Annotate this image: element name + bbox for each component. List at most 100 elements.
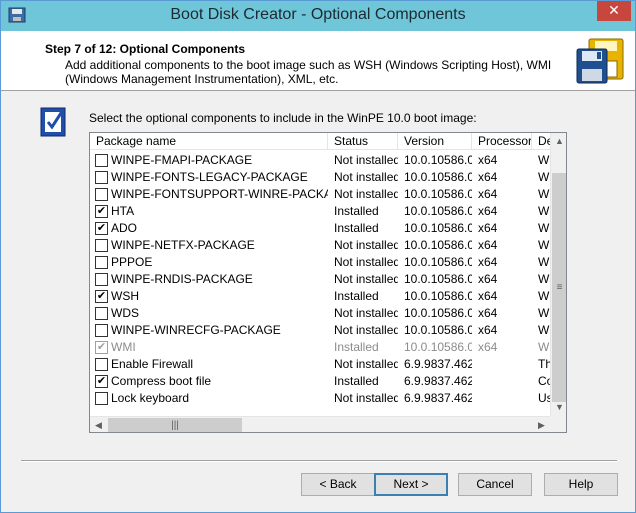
cell-version: 10.0.10586.0 [404,289,472,303]
cell-processor: x64 [478,187,498,201]
column-header-version[interactable]: Version [398,133,472,150]
cell-version: 10.0.10586.0 [404,306,472,320]
cell-desc: Co [538,374,550,388]
vertical-scrollbar[interactable]: ▲ ≡ ▼ [550,133,566,416]
wizard-window: Boot Disk Creator - Optional Components … [0,0,636,513]
table-row[interactable]: WINPE-WINRECFG-PACKAGE Not installed 10.0.… [90,322,550,339]
cell-desc: Wi [538,153,550,167]
cell-version: 10.0.10586.0 [404,340,472,354]
cell-desc: Wi [538,255,550,269]
cell-name: Compress boot file [111,374,212,388]
row-checkbox: ✔ [95,341,108,354]
wizard-header: Step 7 of 12: Optional Components Add ad… [1,31,635,91]
row-checkbox[interactable] [95,358,108,371]
cell-version: 6.9.9837.462 [404,374,472,388]
row-checkbox[interactable] [95,392,108,405]
floppy-disk-icon [576,38,624,84]
table-row[interactable]: WINPE-FONTS-LEGACY-PACKAGE Not installed 1… [90,169,550,186]
cell-processor: x64 [478,221,498,235]
cell-status: Not installed [334,357,398,371]
cell-status: Installed [334,221,379,235]
vertical-scroll-thumb[interactable]: ≡ [552,173,566,402]
cell-desc: Wi [538,187,550,201]
row-checkbox[interactable]: ✔ [95,375,108,388]
cell-version: 10.0.10586.0 [404,323,472,337]
cell-processor: x64 [478,204,498,218]
cell-processor [478,356,532,373]
cell-name: WINPE-WINRECFG-PACKAGE [111,323,281,337]
instruction-text: Select the optional components to includ… [89,111,477,125]
cell-status: Not installed [334,238,398,252]
column-header-package[interactable]: Package name [90,133,328,150]
scroll-up-icon[interactable]: ▲ [551,133,566,150]
step-description: Add additional components to the boot im… [65,58,552,86]
cell-version: 10.0.10586.0 [404,153,472,167]
table-row[interactable]: Lock keyboard Not installed 6.9.9837.462 Us [90,390,550,407]
column-header-processor[interactable]: Processor [472,133,532,150]
step-title: Step 7 of 12: Optional Components [45,42,246,56]
table-row[interactable]: WINPE-FMAPI-PACKAGE Not installed 10.0.105… [90,152,550,169]
row-checkbox[interactable] [95,188,108,201]
row-checkbox[interactable] [95,324,108,337]
cell-desc: Wi [538,204,550,218]
next-button[interactable]: Next > [374,473,448,496]
table-row[interactable]: ✔ Compress boot file Installed 6.9.9837.462… [90,373,550,390]
row-checkbox[interactable] [95,307,108,320]
horizontal-scrollbar[interactable]: ◀ ||| ▶ [90,416,550,432]
table-row[interactable]: ✔WMI Installed 10.0.10586.0 x64 Wi [90,339,550,356]
cell-processor [478,390,532,407]
scroll-left-icon[interactable]: ◀ [90,417,107,432]
table-row[interactable]: ✔HTA Installed 10.0.10586.0 x64 Wi [90,203,550,220]
row-checkbox[interactable]: ✔ [95,222,108,235]
close-button[interactable]: ✕ [597,1,631,21]
cell-processor: x64 [478,255,498,269]
row-checkbox[interactable] [95,239,108,252]
scroll-right-icon[interactable]: ▶ [533,417,550,432]
row-checkbox[interactable]: ✔ [95,290,108,303]
cell-name: WSH [111,289,139,303]
cell-desc: Th [538,357,550,371]
cell-processor: x64 [478,340,498,354]
table-row[interactable]: PPPOE Not installed 10.0.10586.0 x64 Wi [90,254,550,271]
cell-name: Lock keyboard [111,391,190,405]
back-button[interactable]: < Back [301,473,375,496]
help-button[interactable]: Help [544,473,618,496]
column-header-status[interactable]: Status [328,133,398,150]
title-bar[interactable]: Boot Disk Creator - Optional Components … [1,1,635,31]
table-row[interactable]: WINPE-RNDIS-PACKAGE Not installed 10.0.105… [90,271,550,288]
table-row[interactable]: WINPE-FONTSUPPORT-WINRE-PACKAGE Not insta… [90,186,550,203]
cancel-button[interactable]: Cancel [458,473,532,496]
list-header: Package name Status Version Processor De [90,133,550,150]
table-row[interactable]: ✔WSH Installed 10.0.10586.0 x64 Wi [90,288,550,305]
cell-desc: Wi [538,221,550,235]
cell-desc: Wi [538,306,550,320]
row-checkbox[interactable] [95,154,108,167]
cell-version: 10.0.10586.0 [404,272,472,286]
table-row[interactable]: WDS Not installed 10.0.10586.0 x64 Wi [90,305,550,322]
row-checkbox[interactable] [95,273,108,286]
row-checkbox[interactable] [95,171,108,184]
cell-version: 10.0.10586.0 [404,204,472,218]
cell-version: 10.0.10586.0 [404,221,472,235]
horizontal-scroll-thumb[interactable]: ||| [108,418,242,432]
table-row[interactable]: Enable Firewall Not installed 6.9.9837.462… [90,356,550,373]
cell-processor [478,373,532,390]
cell-status: Not installed [334,187,398,201]
row-checkbox[interactable] [95,256,108,269]
scroll-corner [550,416,566,432]
row-checkbox[interactable]: ✔ [95,205,108,218]
table-row[interactable]: ✔ADO Installed 10.0.10586.0 x64 Wi [90,220,550,237]
cell-desc: Wi [538,323,550,337]
cell-version: 10.0.10586.0 [404,238,472,252]
cell-name: WINPE-FONTS-LEGACY-PACKAGE [111,170,308,184]
scroll-down-icon[interactable]: ▼ [551,399,566,416]
cell-processor: x64 [478,238,498,252]
column-header-description[interactable]: De [532,133,550,150]
cell-name: WINPE-FONTSUPPORT-WINRE-PACKAGE [111,187,328,201]
components-listview[interactable]: Package name Status Version Processor De… [89,132,567,433]
cell-name: WINPE-FMAPI-PACKAGE [111,153,253,167]
cell-name: HTA [111,204,135,218]
table-row[interactable]: WINPE-NETFX-PACKAGE Not installed 10.0.105… [90,237,550,254]
cell-desc: Us [538,391,550,405]
cell-processor: x64 [478,323,498,337]
